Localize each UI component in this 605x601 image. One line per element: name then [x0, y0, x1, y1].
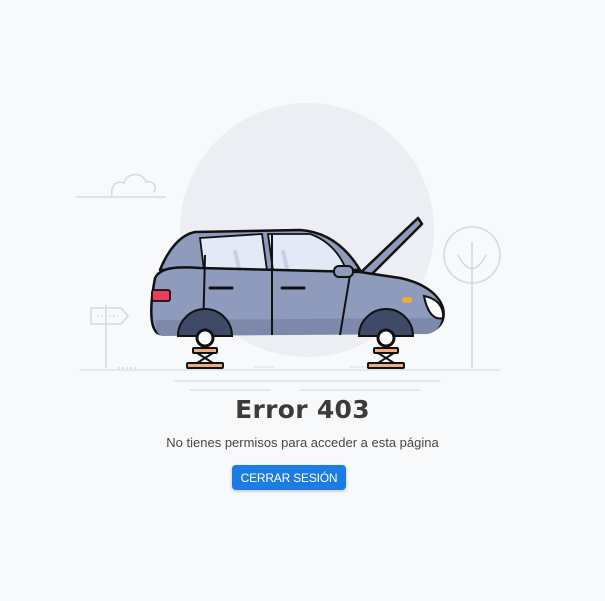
logout-button[interactable]: CERRAR SESIÓN — [232, 465, 346, 490]
error-message: No tienes permisos para acceder a esta p… — [166, 435, 439, 450]
error-title: Error 403 — [235, 395, 370, 424]
ground-lines — [79, 366, 501, 391]
error-page: Error 403 No tienes permisos para accede… — [0, 0, 605, 601]
broken-car-illustration — [76, 103, 501, 391]
rear-jack-icon — [186, 347, 224, 369]
front-jack-icon — [367, 347, 405, 369]
tree-icon — [443, 226, 501, 368]
signpost-icon — [90, 305, 138, 369]
cloud-icon — [76, 173, 166, 198]
